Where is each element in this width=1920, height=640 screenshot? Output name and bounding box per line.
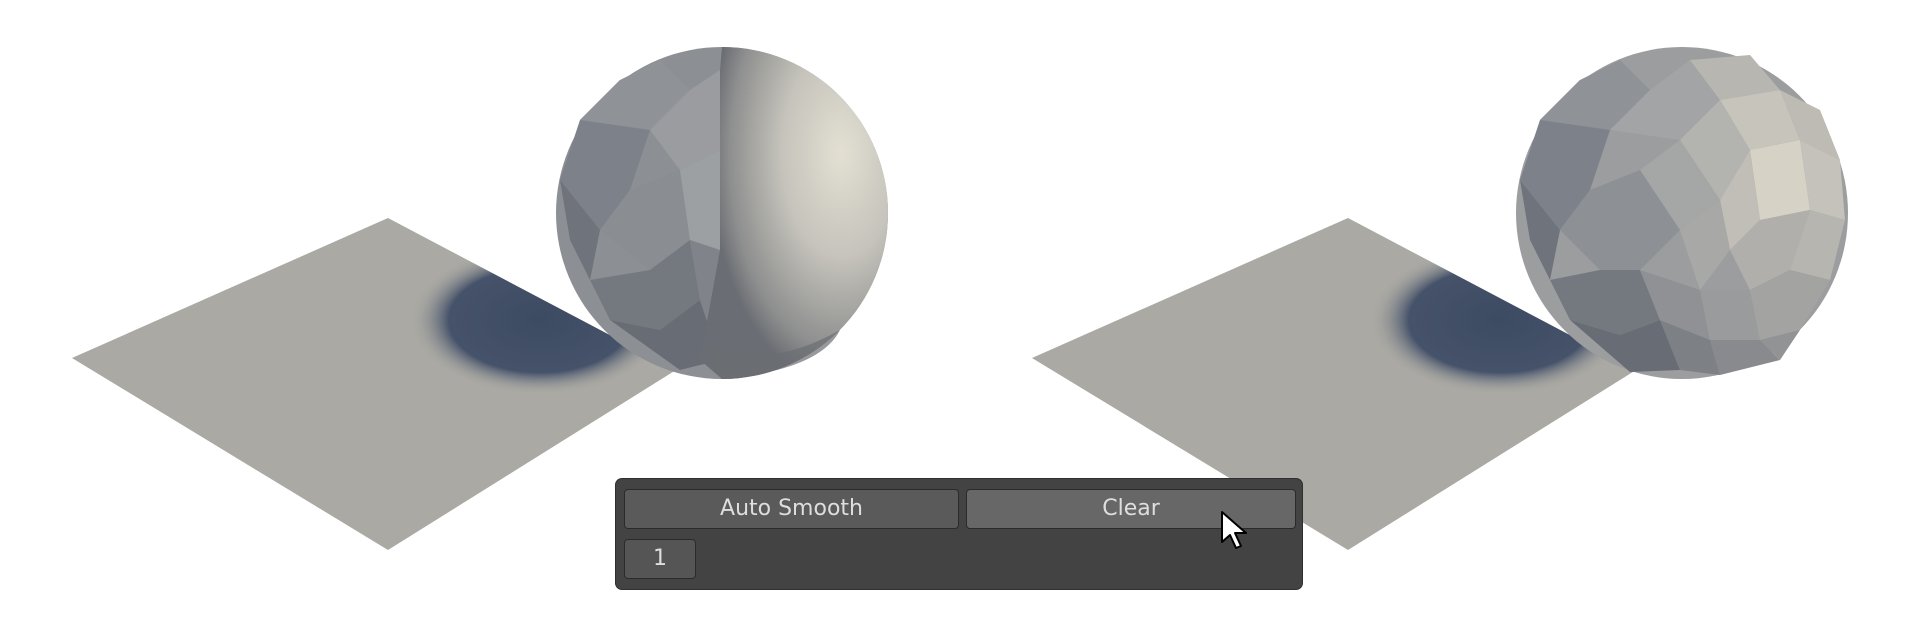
- scene-view: Auto Smooth Clear 1: [0, 0, 1920, 640]
- sphere: [1516, 47, 1848, 379]
- auto-smooth-button[interactable]: Auto Smooth: [624, 489, 959, 529]
- smoothing-toolbar: Auto Smooth Clear 1: [616, 479, 1302, 589]
- smoothing-group-field[interactable]: 1: [624, 539, 696, 579]
- clear-button[interactable]: Clear: [966, 489, 1296, 529]
- sphere: [556, 47, 888, 379]
